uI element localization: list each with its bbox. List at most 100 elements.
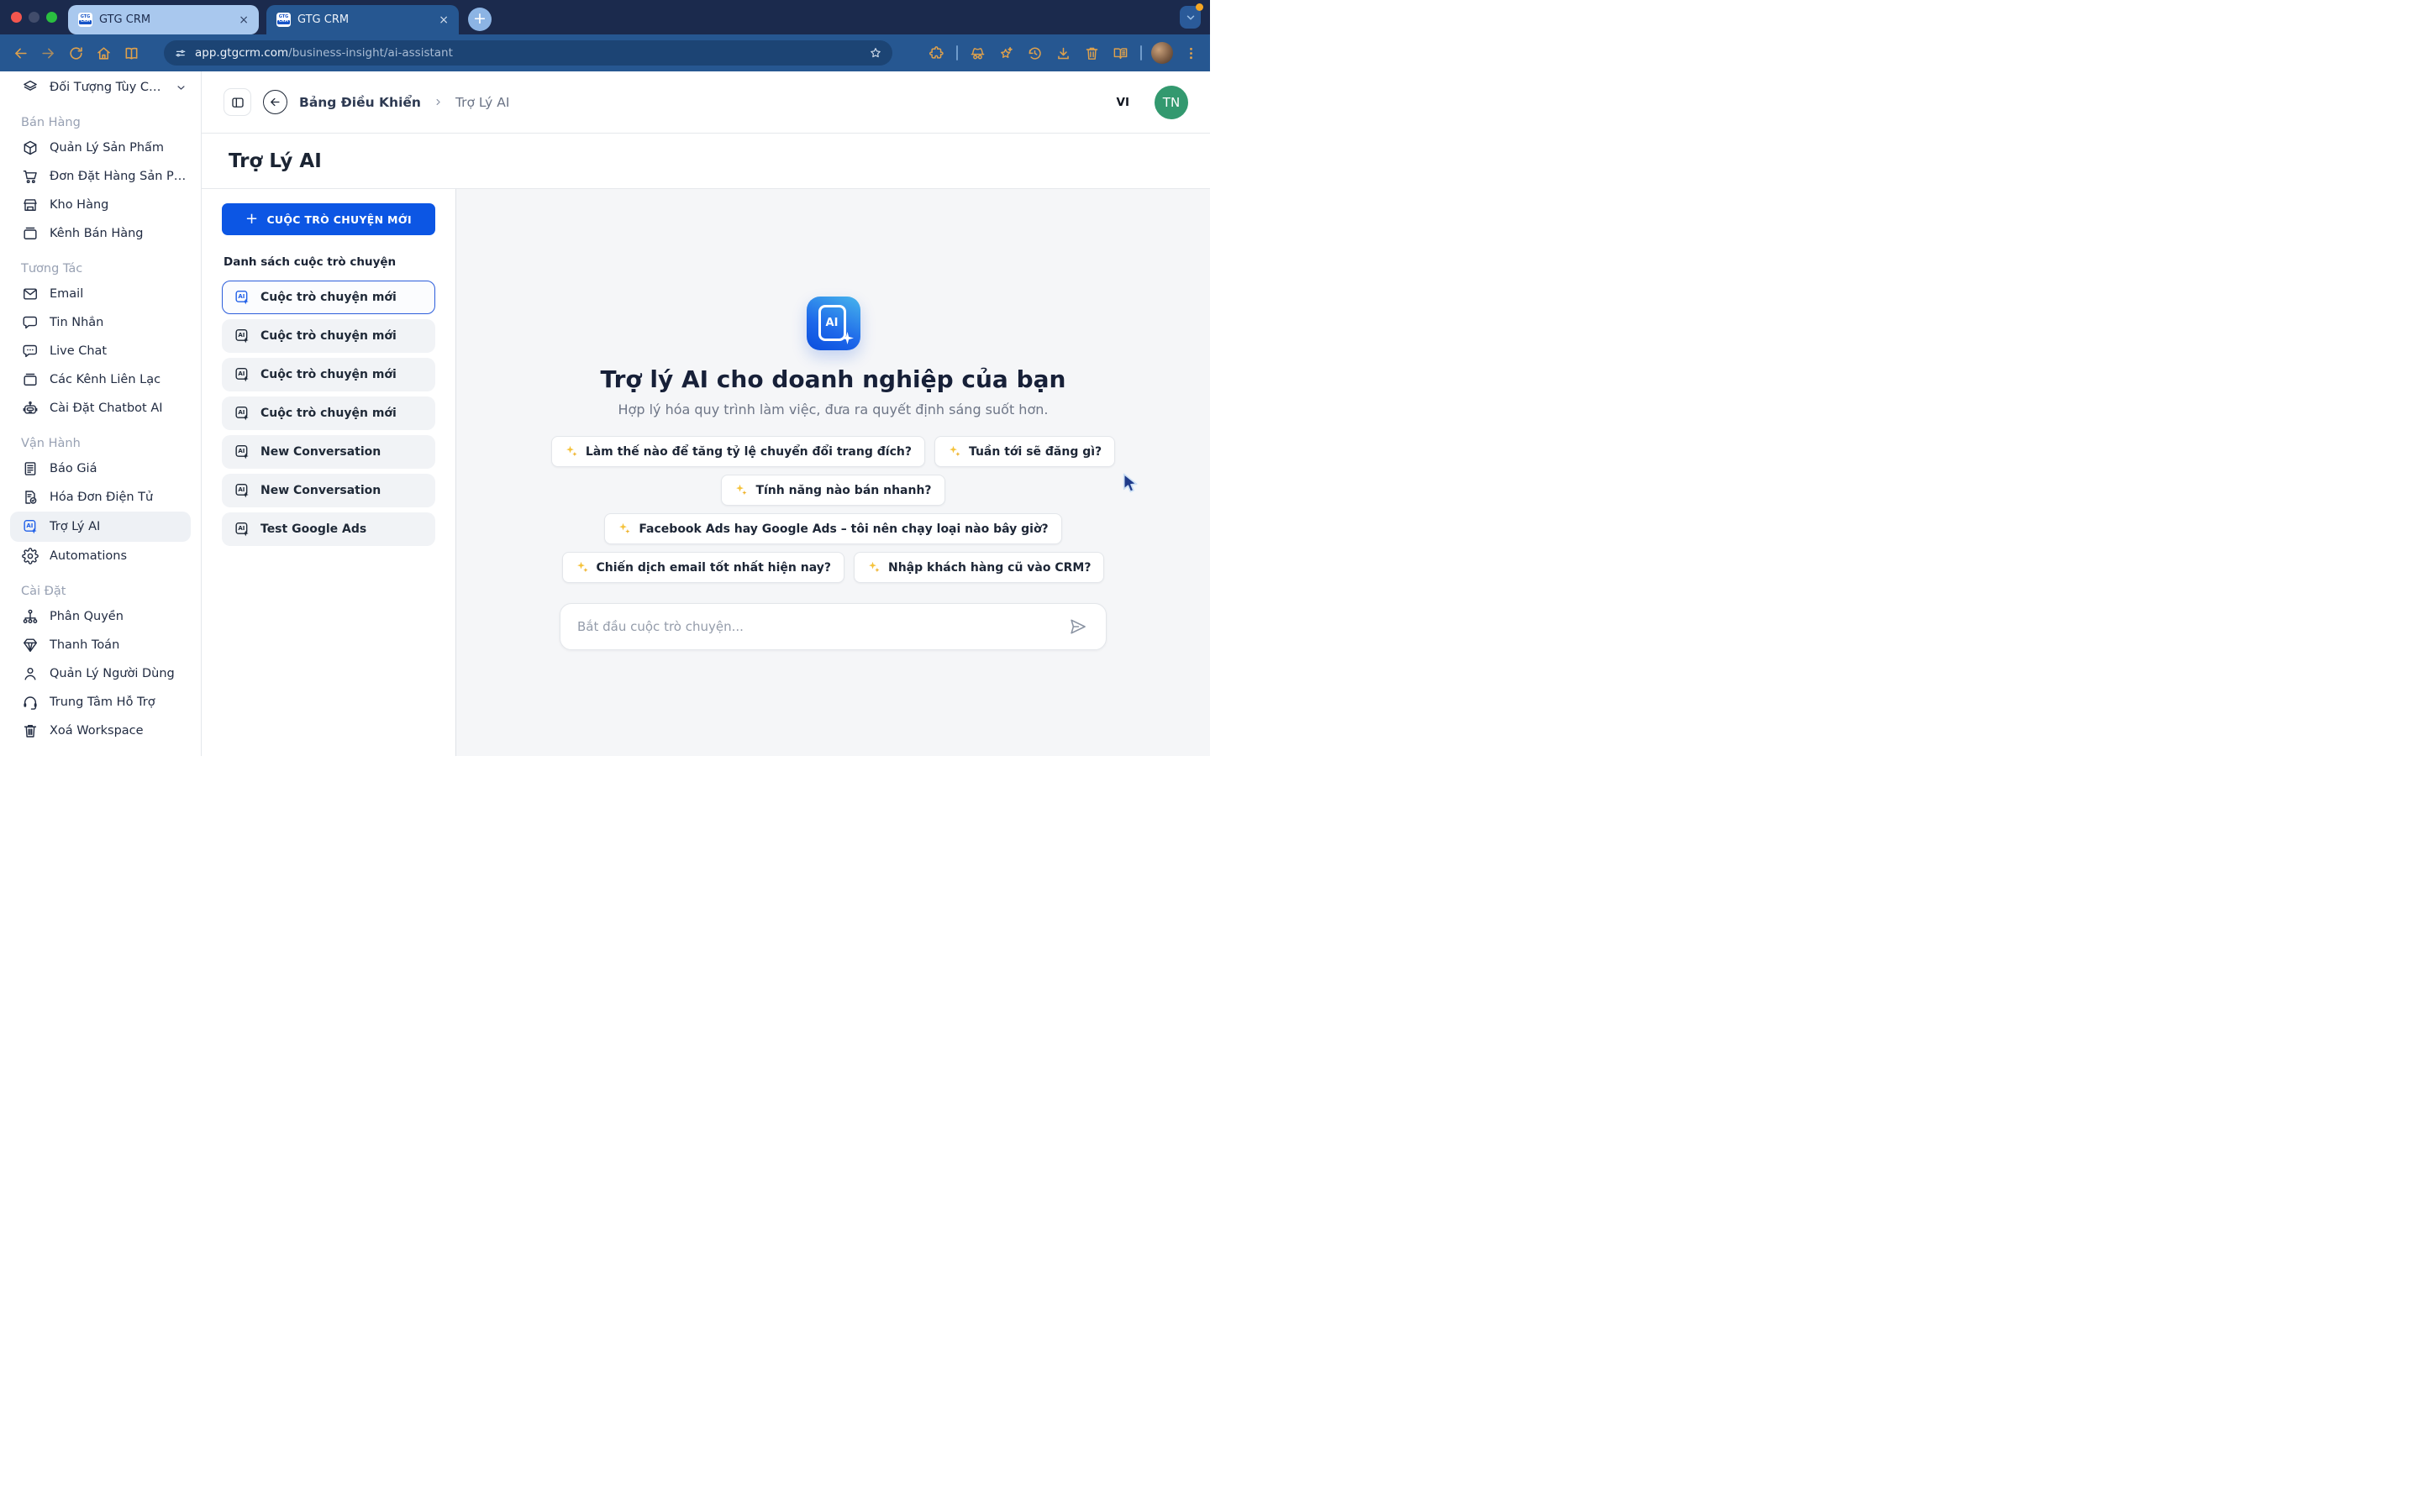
conversation-item[interactable]: AINew Conversation [222,435,435,469]
user-avatar[interactable]: TN [1155,86,1188,119]
svg-text:AI: AI [238,332,245,339]
incognito-extension-icon[interactable] [964,39,992,67]
breadcrumb-parent[interactable]: Bảng Điều Khiển [299,95,421,110]
suggestion-chip-nhap-khach-hang-cu-vao-crm[interactable]: Nhập khách hàng cũ vào CRM? [854,552,1104,583]
download-icon[interactable] [1050,39,1077,67]
sidebar-item-label: Đối Tượng Tùy Chỉnh [50,81,164,94]
back-icon[interactable] [7,39,34,67]
browser-tab-2-active[interactable]: GTGCRM GTG CRM × [266,5,459,34]
new-conversation-button[interactable]: + CUỘC TRÒ CHUYỆN MỚI [222,203,435,235]
browser-tab-1[interactable]: GTGCRM GTG CRM × [68,5,259,34]
breadcrumb-current: Trợ Lý AI [455,95,509,110]
sidebar-item-thanh-toan[interactable]: Thanh Toán [0,631,201,659]
suggestion-chip-chien-dich-email-tot-nhat-hien-nay[interactable]: Chiến dịch email tốt nhất hiện nay? [562,552,845,583]
sidebar-item-xoa-workspace[interactable]: Xoá Workspace [0,717,201,745]
sidebar-item-live-chat[interactable]: Live Chat [0,337,201,365]
sidebar-item-hoa-don-dien-tu[interactable]: Hóa Đơn Điện Tử [0,483,201,512]
headset-icon [21,694,39,711]
toolbar-separator [1140,45,1142,60]
sidebar-item-quan-ly-nguoi-dung[interactable]: Quản Lý Người Dùng [0,659,201,688]
sidebar-item-label: Kênh Bán Hàng [50,227,144,240]
sidebar-section-title: Cài Đặt [0,580,201,602]
forward-icon[interactable] [34,39,62,67]
address-bar[interactable]: app.gtgcrm.com/business-insight/ai-assis… [164,40,892,66]
sidebar-item-label: Xoá Workspace [50,724,144,738]
conversation-item[interactable]: AI New Conversation [222,474,435,507]
store-icon [21,197,39,214]
sidebar-item-email[interactable]: Email [0,280,201,308]
sidebar-item-bao-gia[interactable]: Báo Giá [0,454,201,483]
history-icon[interactable] [1021,39,1049,67]
close-window-button[interactable] [11,12,22,23]
sidebar-item-phan-quyen[interactable]: Phân Quyền [0,602,201,631]
sidebar-item-cac-kenh-lien-lac[interactable]: Các Kênh Liên Lạc [0,365,201,394]
sidebar-toggle-button[interactable] [224,88,251,116]
sidebar-item-doi-tuong-tuy-chinh[interactable]: Đối Tượng Tùy Chỉnh [0,73,201,102]
robot-icon [21,400,39,417]
user-icon [21,665,39,683]
sidebar-item-kenh-ban-hang[interactable]: Kênh Bán Hàng [0,219,201,248]
trash-extension-icon[interactable] [1078,39,1106,67]
sparkles-icon [948,444,962,459]
sidebar-item-label: Kho Hàng [50,198,108,212]
favorites-extension-icon[interactable] [992,39,1020,67]
invoice-icon [21,489,39,507]
toolbar-separator [956,45,958,60]
suggestion-chip-lam-the-nao-de-tang-ty-le-chuyen-doi-trang-dich[interactable]: Làm thế nào để tăng tỷ lệ chuyển đổi tra… [551,436,925,467]
tray-icon [21,225,39,243]
sidebar-item-tin-nhan[interactable]: Tin Nhắn [0,308,201,337]
back-button[interactable] [263,90,287,114]
chat-input[interactable] [576,618,1065,635]
conversation-item[interactable]: AITest Google Ads [222,512,435,546]
fullscreen-window-button[interactable] [46,12,57,23]
close-tab-icon[interactable]: × [237,13,250,27]
url-text: app.gtgcrm.com/business-insight/ai-assis… [195,46,453,60]
profile-avatar[interactable] [1151,42,1173,64]
sidebar-item-label: Quản Lý Người Dùng [50,667,175,680]
cart-icon [21,168,39,186]
conversation-label: New Conversation [260,484,381,497]
tab-search-button[interactable] [1180,6,1201,29]
sparkles-icon [576,560,590,575]
suggestion-chip-facebook-ads-hay-google-ads-toi-nen-chay-loai-nao-bay-gio[interactable]: Facebook Ads hay Google Ads – tôi nên ch… [604,513,1061,544]
svg-text:AI: AI [238,293,245,300]
sidebar-item-label: Trợ Lý AI [50,520,100,533]
close-tab-icon[interactable]: × [437,13,450,27]
home-icon[interactable] [90,39,118,67]
conversation-item[interactable]: AICuộc trò chuyện mới [222,358,435,391]
conversation-item[interactable]: AI Cuộc trò chuyện mới [222,396,435,430]
minimize-window-button[interactable] [29,12,39,23]
sidebar-item-trung-tam-ho-tro[interactable]: Trung Tâm Hỗ Trợ [0,688,201,717]
svg-text:AI: AI [238,370,245,377]
suggestion-chip-tuan-toi-se-dang-gi[interactable]: Tuần tới sẽ đăng gì? [934,436,1115,467]
bookmark-star-icon[interactable] [869,46,882,60]
menu-icon[interactable] [1177,39,1205,67]
svg-text:AI: AI [238,409,245,416]
conversation-label: Cuộc trò chuyện mới [260,407,397,420]
extensions-icon[interactable] [923,39,950,67]
sidebar-item-cai-dat-chatbot-ai[interactable]: Cài Đặt Chatbot AI [0,394,201,423]
suggestion-chip-label: Chiến dịch email tốt nhất hiện nay? [597,561,832,575]
conversation-item[interactable]: AICuộc trò chuyện mới [222,319,435,353]
sidebar-item-quan-ly-san-pham[interactable]: Quản Lý Sản Phẩm [0,134,201,162]
reading-list-icon[interactable] [1107,39,1134,67]
assistant-subtitle: Hợp lý hóa quy trình làm việc, đưa ra qu… [618,402,1049,417]
language-selector[interactable]: VI [1117,96,1129,109]
site-info-icon[interactable] [174,47,187,60]
sidebar-item-tro-ly-ai[interactable]: AITrợ Lý AI [10,512,191,542]
assistant-welcome-area: AI Trợ lý AI cho doanh nghiệp của bạn Hợ… [456,189,1210,756]
new-tab-button[interactable]: + [468,8,492,31]
ai-icon: AI [234,482,250,499]
sidebar-item-kho-hang[interactable]: Kho Hàng [0,191,201,219]
send-button[interactable] [1065,614,1091,639]
conversation-item[interactable]: AICuộc trò chuyện mới [222,281,435,314]
sidebar-item-don-dat-hang-san-ph[interactable]: Đơn Đặt Hàng Sản Ph... [0,162,201,191]
suggestion-chip-tinh-nang-nao-ban-nhanh[interactable]: Tính năng nào bán nhanh? [721,475,944,506]
hierarchy-icon [21,608,39,626]
suggestion-row: Chiến dịch email tốt nhất hiện nay? Nhập … [562,552,1105,583]
layers-icon [21,79,39,97]
reading-mode-icon[interactable] [118,39,145,67]
reload-icon[interactable] [62,39,90,67]
sidebar-item-automations[interactable]: Automations [0,542,201,570]
suggestion-chip-label: Tính năng nào bán nhanh? [755,484,931,497]
